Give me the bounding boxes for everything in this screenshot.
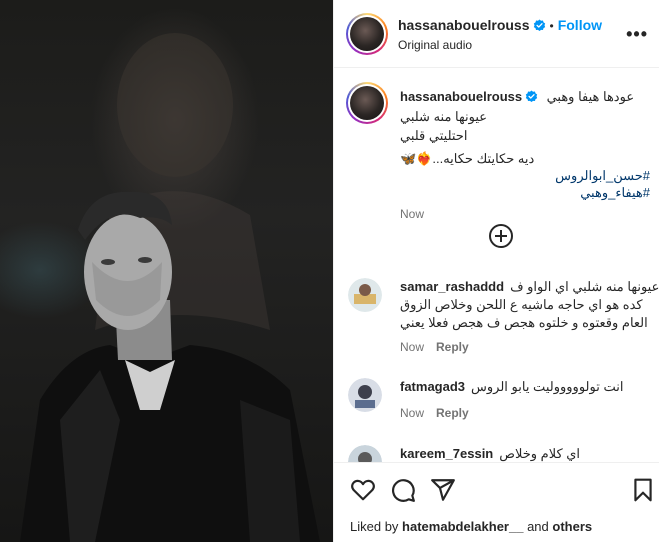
liked-others-link[interactable]: others	[552, 519, 592, 534]
separator-dot: •	[549, 19, 554, 33]
liked-prefix: Liked by	[350, 519, 399, 534]
comment-username[interactable]: kareem_7essin	[400, 446, 493, 461]
caption-line: ديه حكايتك حكايه...❤️‍🔥🦋	[400, 151, 535, 166]
liked-user-link[interactable]: hatemabdelakher__	[402, 519, 523, 534]
reply-button[interactable]: Reply	[436, 406, 469, 420]
caption-avatar[interactable]	[346, 82, 388, 124]
comment-text-row: kareem_7essin اي كلام وخلاص	[400, 445, 659, 463]
follow-button[interactable]: Follow	[558, 17, 602, 33]
heart-icon[interactable]	[350, 477, 376, 503]
caption: hassanabouelrouss عودها هيفا وهبي عيونها…	[400, 88, 650, 221]
caption-line: عيونها منه شلبي	[400, 109, 488, 124]
post-header: hassanabouelrouss • Follow Original audio …	[334, 0, 659, 68]
commenter-avatar[interactable]	[348, 278, 382, 312]
hashtag-link[interactable]: #هيفاء_وهبي	[400, 184, 650, 201]
comment-text: اي كلام وخلاص	[499, 446, 581, 461]
caption-line: احتليتي قلبي	[400, 128, 468, 143]
post-side-panel: hassanabouelrouss • Follow Original audio …	[333, 0, 659, 542]
add-circle-icon[interactable]	[489, 224, 513, 248]
comment-text: انت تولوووووليت يابو الروس	[471, 379, 624, 394]
hashtag-link[interactable]: #حسن_ابوالروس	[400, 167, 650, 184]
bookmark-icon[interactable]	[630, 477, 656, 503]
comment-time: Now	[400, 406, 425, 420]
post-photo	[20, 33, 320, 542]
commenter-avatar[interactable]	[348, 378, 382, 412]
comment-username[interactable]: fatmagad3	[400, 379, 465, 394]
verified-icon	[533, 19, 545, 32]
caption-timestamp: Now	[400, 207, 425, 221]
audio-label[interactable]: Original audio	[398, 38, 472, 52]
author-username[interactable]: hassanabouelrouss	[398, 17, 530, 33]
comment-icon[interactable]	[390, 477, 416, 503]
comment-username[interactable]: samar_rashaddd	[400, 279, 504, 294]
liked-and: and	[527, 519, 549, 534]
liked-by-text: Liked by hatemabdelakher__ and others	[350, 519, 592, 534]
comment-time: Now	[400, 340, 425, 354]
reply-button[interactable]: Reply	[436, 340, 469, 354]
author-avatar[interactable]	[346, 13, 388, 55]
post-actions-bar: Liked by hatemabdelakher__ and others	[334, 462, 659, 542]
caption-line: عودها هيفا وهبي	[546, 89, 635, 104]
verified-icon	[525, 90, 538, 103]
caption-username[interactable]: hassanabouelrouss	[400, 89, 522, 104]
more-icon[interactable]: •••	[626, 24, 648, 45]
post-media[interactable]	[0, 0, 333, 542]
header-author-row: hassanabouelrouss • Follow	[398, 17, 602, 35]
comment-text-row: samar_rashaddd عيونها منه شلبي اي الواو ف…	[400, 278, 659, 332]
comment-text-row: fatmagad3 انت تولوووووليت يابو الروس	[400, 378, 659, 396]
share-icon[interactable]	[430, 477, 456, 503]
